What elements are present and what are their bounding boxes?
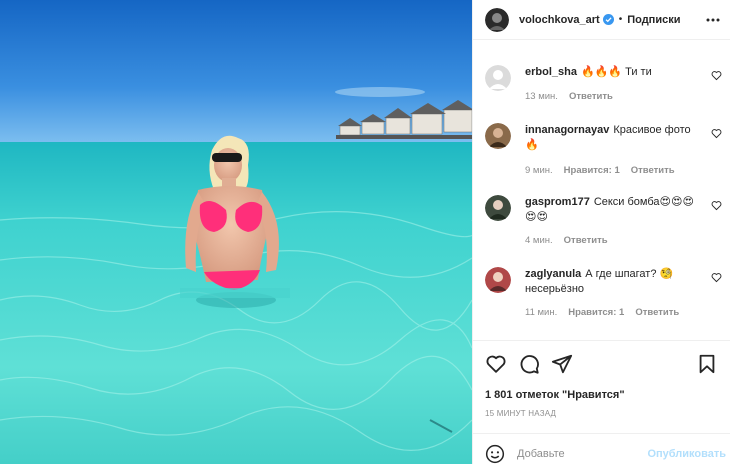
comment-text: innanagornayav Красивое фото 🔥 [525,123,700,153]
action-icons [485,353,718,377]
post-side-panel: volochkova_art • Подписки erbol_sha 🔥🔥🔥 Т… [472,0,730,464]
comment-time[interactable]: 13 мин. [525,91,558,102]
comment-likes[interactable]: Нравится: 1 [564,165,620,176]
reply-button[interactable]: Ответить [569,91,613,102]
comment-text: erbol_sha 🔥🔥🔥 Ти ти [525,65,700,80]
beach-photo [0,0,472,464]
post-time[interactable]: 15 минут назад [485,409,556,418]
comment-text: zaglyanula А где шпагат? 🧐 несерьёзно [525,267,700,297]
comment-heart-icon[interactable] [711,200,722,211]
reply-button[interactable]: Ответить [564,235,608,246]
comment-likes[interactable]: Нравится: 1 [568,307,624,318]
post-actions: 1 801 отметок "Нравится" 15 минут назад … [473,340,730,464]
comment-heart-icon[interactable] [711,128,722,139]
likes-count[interactable]: 1 801 отметок "Нравится" [485,389,625,401]
comment-time[interactable]: 11 мин. [525,307,557,318]
comment-meta: 4 мин. Ответить [525,235,608,246]
post-photo[interactable] [0,0,472,464]
commenter-avatar[interactable] [485,65,511,91]
comment-username[interactable]: innanagornayav [525,124,609,136]
verified-icon [602,14,614,25]
publish-button[interactable]: Опубликовать [647,448,726,460]
comment-time[interactable]: 4 мин. [525,235,553,246]
comment-text: gasprom177 Секси бомба😍😍😍😍😍 [525,195,700,225]
comment-username[interactable]: gasprom177 [525,196,590,208]
comment-heart-icon[interactable] [711,70,722,81]
commenter-avatar[interactable] [485,195,511,221]
comment-meta: 9 мин. Нравится: 1 Ответить [525,165,675,176]
comment-content: 🔥🔥🔥 Ти ти [580,66,652,78]
comment-input[interactable] [517,447,637,460]
header-dot-separator: • [618,14,623,25]
commenter-avatar[interactable] [485,123,511,149]
commenter-avatar[interactable] [485,267,511,293]
comment-username[interactable]: erbol_sha [525,66,577,78]
comment-meta: 13 мин. Ответить [525,91,613,102]
bookmark-icon[interactable] [696,353,718,375]
comment-meta: 11 мин. Нравится: 1 Ответить [525,307,679,318]
comments-list[interactable]: erbol_sha 🔥🔥🔥 Ти ти 13 мин. Ответить inna… [473,41,730,339]
heart-icon[interactable] [485,353,507,375]
comment-time[interactable]: 9 мин. [525,165,553,176]
comment-heart-icon[interactable] [711,272,722,283]
comment-icon[interactable] [518,353,540,375]
more-icon[interactable] [706,18,720,22]
reply-button[interactable]: Ответить [631,165,675,176]
share-icon[interactable] [551,353,573,375]
author-username[interactable]: volochkova_art [519,14,600,26]
post-header: volochkova_art • Подписки [473,0,730,40]
comment-username[interactable]: zaglyanula [525,268,581,280]
following-button[interactable]: Подписки [627,14,680,26]
author-avatar[interactable] [485,7,509,32]
add-comment-row: Опубликовать [473,433,730,464]
emoji-icon[interactable] [485,444,505,464]
reply-button[interactable]: Ответить [635,307,679,318]
